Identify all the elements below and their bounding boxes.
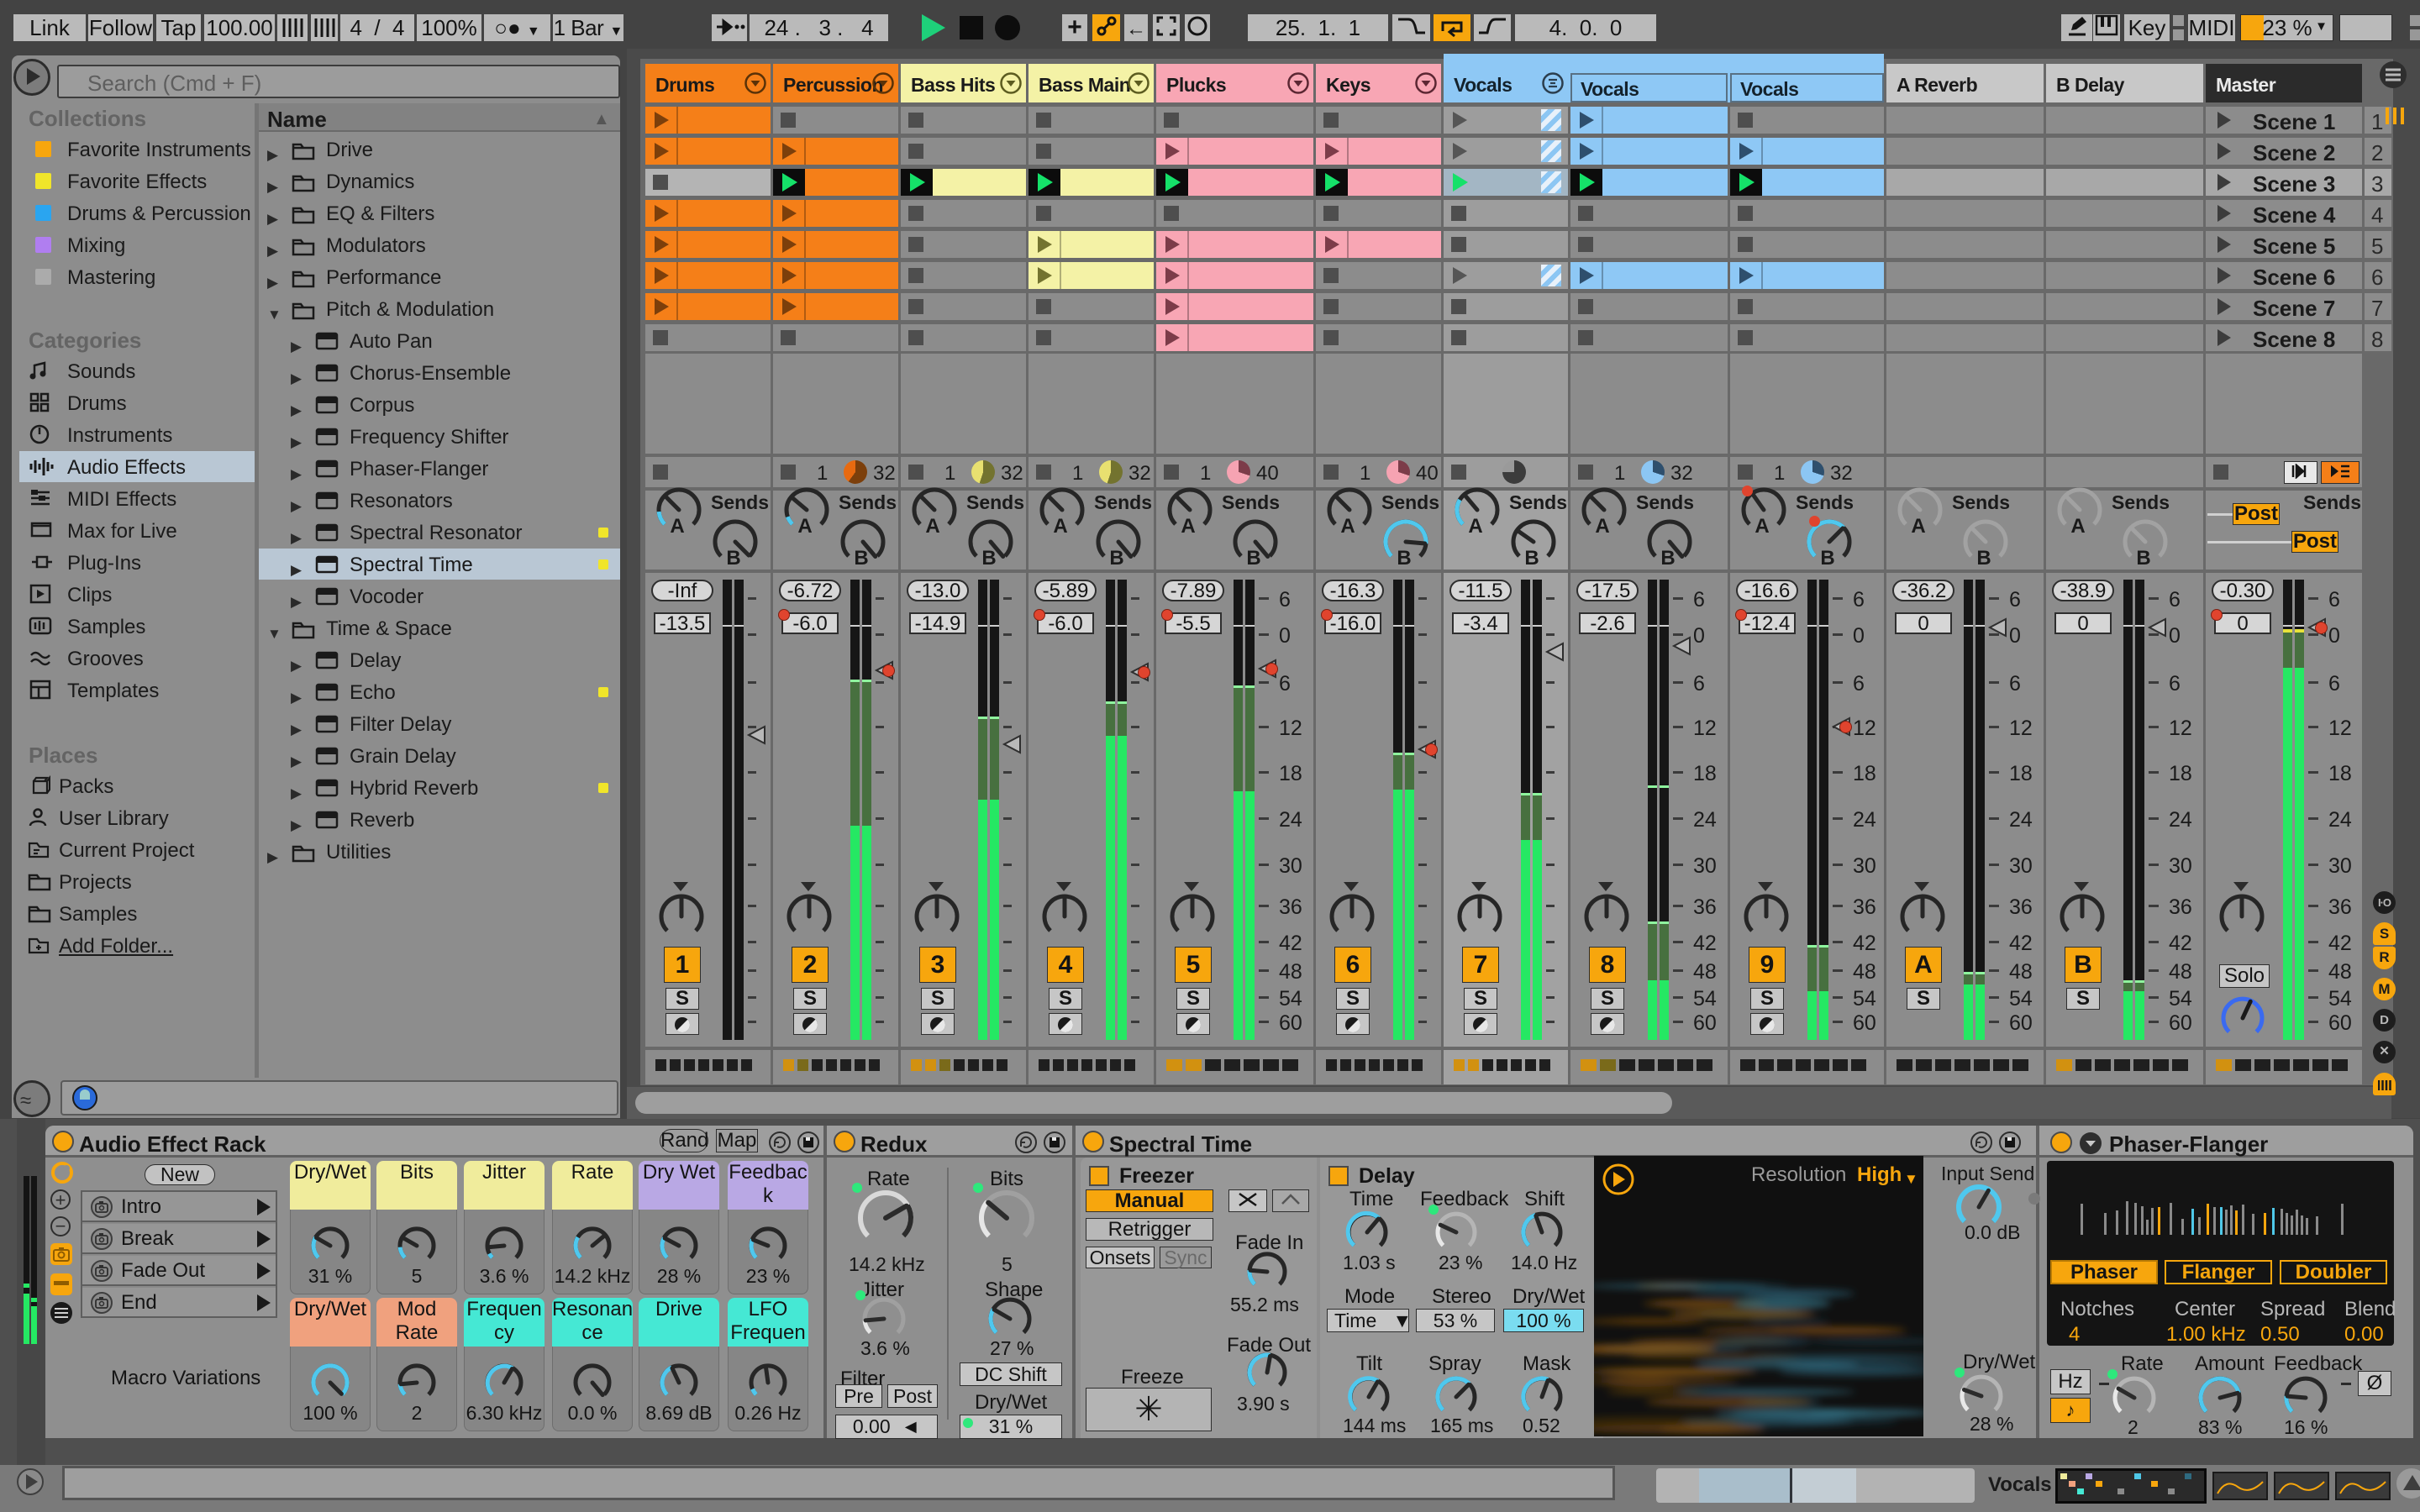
svg-text:B: B — [1524, 547, 1539, 566]
svg-text:A: A — [1181, 515, 1195, 534]
svg-text:A: A — [1911, 515, 1925, 534]
svg-text:B: B — [981, 547, 996, 566]
svg-text:A: A — [1053, 515, 1067, 534]
svg-text:B: B — [2136, 547, 2150, 566]
svg-text:A: A — [1595, 515, 1609, 534]
svg-text:B: B — [854, 547, 868, 566]
svg-text:B: B — [726, 547, 740, 566]
svg-text:B: B — [1109, 547, 1123, 566]
svg-text:A: A — [1468, 515, 1482, 534]
svg-text:B: B — [1246, 547, 1260, 566]
svg-text:A: A — [797, 515, 812, 534]
svg-text:A: A — [2070, 515, 2085, 534]
svg-text:B: B — [1820, 547, 1834, 566]
svg-text:B: B — [1397, 547, 1411, 566]
svg-text:A: A — [670, 515, 684, 534]
svg-text:A: A — [925, 515, 939, 534]
svg-text:A: A — [1340, 515, 1355, 534]
svg-text:A: A — [1754, 515, 1769, 534]
svg-text:B: B — [1660, 547, 1675, 566]
svg-text:B: B — [1976, 547, 1991, 566]
